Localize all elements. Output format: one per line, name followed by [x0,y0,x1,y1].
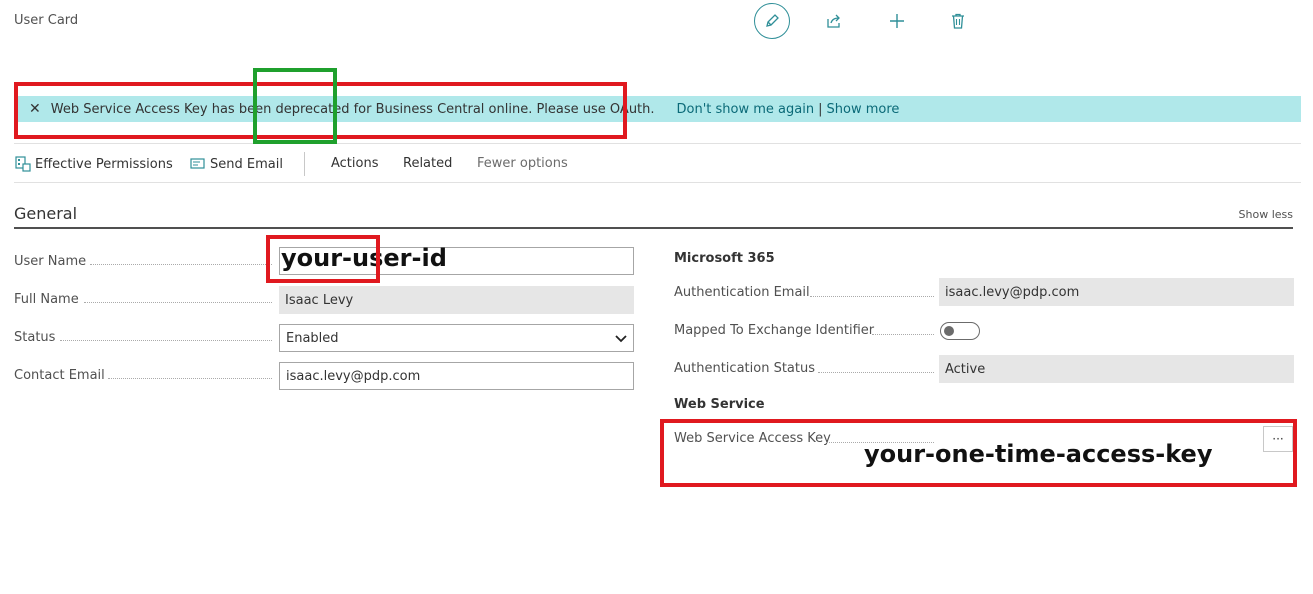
full-name-label: Full Name [14,292,79,307]
leader-dots [108,378,272,379]
page-title: User Card [14,13,79,28]
action-divider [304,152,305,176]
delete-button[interactable] [948,11,968,31]
permissions-icon [15,156,31,172]
auth-status-field: Active [939,355,1294,383]
plus-icon [890,14,904,28]
share-button[interactable] [824,11,844,31]
contact-email-label: Contact Email [14,368,105,383]
contact-email-field[interactable]: isaac.levy@pdp.com [279,362,634,390]
send-email-button[interactable]: Send Email [190,156,283,172]
leader-dots [810,296,934,297]
leader-dots [90,264,272,265]
microsoft-365-heading: Microsoft 365 [674,251,775,266]
share-icon [827,14,840,28]
show-less-link[interactable]: Show less [1239,208,1293,221]
email-icon [190,158,205,169]
related-menu[interactable]: Related [403,156,452,171]
leader-dots [84,302,272,303]
actions-menu[interactable]: Actions [331,156,379,171]
fewer-options-button[interactable]: Fewer options [477,156,568,171]
leader-dots [60,340,272,341]
auth-email-field: isaac.levy@pdp.com [939,278,1294,306]
full-name-field: Isaac Levy [279,286,634,314]
new-button[interactable] [887,11,907,31]
divider [14,182,1301,183]
edit-button[interactable] [754,3,790,39]
leader-dots [818,372,934,373]
auth-email-label: Authentication Email [674,285,810,300]
section-underline [14,227,1293,229]
status-select[interactable]: Enabled [279,324,634,352]
show-more-link[interactable]: Show more [827,102,900,117]
annotation-box-deprecated [253,68,337,144]
edit-icon [766,14,779,27]
banner-separator: | [818,101,823,117]
mapped-exchange-toggle[interactable] [940,322,980,340]
dont-show-again-link[interactable]: Don't show me again [677,102,815,117]
status-label: Status [14,330,56,345]
annotation-box-access-key [660,419,1297,487]
toggle-knob [944,326,954,336]
user-name-label: User Name [14,254,87,269]
effective-permissions-button[interactable]: Effective Permissions [15,156,173,172]
divider [14,143,1301,144]
auth-status-label: Authentication Status [674,361,815,376]
trash-icon [952,13,964,29]
mapped-exchange-label: Mapped To Exchange Identifier [674,323,875,338]
section-title-general: General [14,204,78,223]
send-email-label: Send Email [210,156,283,172]
status-value: Enabled [286,330,339,346]
web-service-heading: Web Service [674,397,765,412]
chevron-down-icon [615,335,627,343]
effective-permissions-label: Effective Permissions [35,156,173,172]
annotation-box-user-name [266,235,380,283]
leader-dots [872,334,934,335]
